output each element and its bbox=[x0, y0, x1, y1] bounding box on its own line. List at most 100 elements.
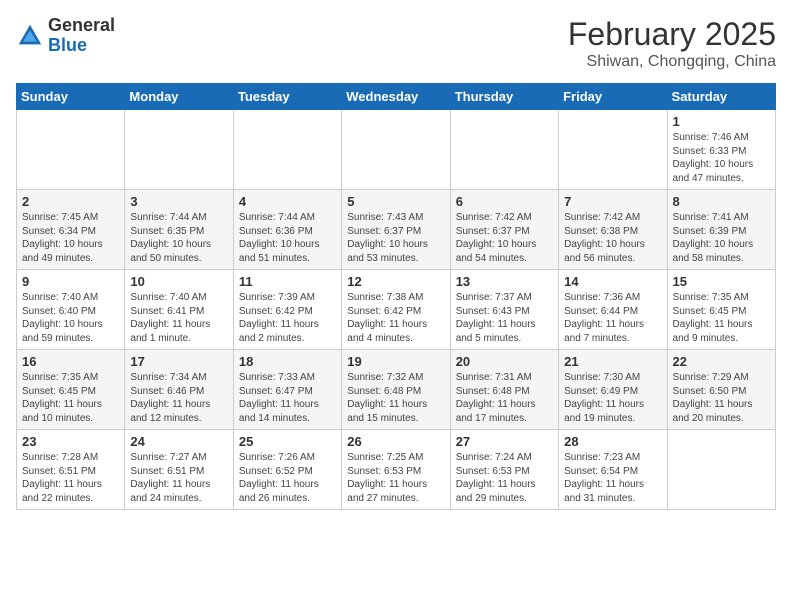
day-info: Sunrise: 7:24 AM Sunset: 6:53 PM Dayligh… bbox=[456, 451, 553, 505]
day-number: 4 bbox=[239, 194, 336, 209]
day-cell: 26 Sunrise: 7:25 AM Sunset: 6:53 PM Dayli… bbox=[342, 430, 450, 510]
day-cell: 8 Sunrise: 7:41 AM Sunset: 6:39 PM Daylig… bbox=[667, 190, 775, 270]
day-number: 8 bbox=[673, 194, 770, 209]
logo-blue-text: Blue bbox=[48, 35, 87, 55]
day-cell: 16 Sunrise: 7:35 AM Sunset: 6:45 PM Dayli… bbox=[17, 350, 125, 430]
day-cell: 11Sunrise: 7:39 AM Sunset: 6:42 PM Dayli… bbox=[233, 270, 341, 350]
day-info: Sunrise: 7:43 AM Sunset: 6:37 PM Dayligh… bbox=[347, 211, 444, 265]
day-cell: 5 Sunrise: 7:43 AM Sunset: 6:37 PM Daylig… bbox=[342, 190, 450, 270]
logo: General Blue bbox=[16, 16, 115, 56]
weekday-header-sunday: Sunday bbox=[17, 84, 125, 110]
day-number: 2 bbox=[22, 194, 119, 209]
day-cell: 3 Sunrise: 7:44 AM Sunset: 6:35 PM Daylig… bbox=[125, 190, 233, 270]
day-info: Sunrise: 7:32 AM Sunset: 6:48 PM Dayligh… bbox=[347, 371, 444, 425]
day-number: 19 bbox=[347, 354, 444, 369]
day-number: 12 bbox=[347, 274, 444, 289]
day-info: Sunrise: 7:44 AM Sunset: 6:36 PM Dayligh… bbox=[239, 211, 336, 265]
day-info: Sunrise: 7:26 AM Sunset: 6:52 PM Dayligh… bbox=[239, 451, 336, 505]
day-number: 5 bbox=[347, 194, 444, 209]
calendar-table: SundayMondayTuesdayWednesdayThursdayFrid… bbox=[16, 83, 776, 510]
day-info: Sunrise: 7:46 AM Sunset: 6:33 PM Dayligh… bbox=[673, 131, 770, 185]
day-cell bbox=[125, 110, 233, 190]
day-cell: 6 Sunrise: 7:42 AM Sunset: 6:37 PM Daylig… bbox=[450, 190, 558, 270]
day-number: 24 bbox=[130, 434, 227, 449]
week-row-5: 23 Sunrise: 7:28 AM Sunset: 6:51 PM Dayli… bbox=[17, 430, 776, 510]
day-cell: 20 Sunrise: 7:31 AM Sunset: 6:48 PM Dayli… bbox=[450, 350, 558, 430]
day-info: Sunrise: 7:45 AM Sunset: 6:34 PM Dayligh… bbox=[22, 211, 119, 265]
day-cell: 1Sunrise: 7:46 AM Sunset: 6:33 PM Daylig… bbox=[667, 110, 775, 190]
weekday-header-saturday: Saturday bbox=[667, 84, 775, 110]
day-number: 28 bbox=[564, 434, 661, 449]
day-cell: 7 Sunrise: 7:42 AM Sunset: 6:38 PM Daylig… bbox=[559, 190, 667, 270]
day-info: Sunrise: 7:30 AM Sunset: 6:49 PM Dayligh… bbox=[564, 371, 661, 425]
logo-general-text: General bbox=[48, 15, 115, 35]
weekday-header-tuesday: Tuesday bbox=[233, 84, 341, 110]
day-info: Sunrise: 7:38 AM Sunset: 6:42 PM Dayligh… bbox=[347, 291, 444, 345]
day-cell: 12 Sunrise: 7:38 AM Sunset: 6:42 PM Dayli… bbox=[342, 270, 450, 350]
day-cell bbox=[233, 110, 341, 190]
day-info: Sunrise: 7:29 AM Sunset: 6:50 PM Dayligh… bbox=[673, 371, 770, 425]
day-number: 25 bbox=[239, 434, 336, 449]
page-header: General Blue February 2025 Shiwan, Chong… bbox=[16, 16, 776, 71]
day-number: 14 bbox=[564, 274, 661, 289]
day-cell: 19 Sunrise: 7:32 AM Sunset: 6:48 PM Dayli… bbox=[342, 350, 450, 430]
month-title: February 2025 bbox=[568, 16, 776, 53]
day-info: Sunrise: 7:44 AM Sunset: 6:35 PM Dayligh… bbox=[130, 211, 227, 265]
day-cell bbox=[342, 110, 450, 190]
day-number: 18 bbox=[239, 354, 336, 369]
day-cell: 14 Sunrise: 7:36 AM Sunset: 6:44 PM Dayli… bbox=[559, 270, 667, 350]
day-info: Sunrise: 7:36 AM Sunset: 6:44 PM Dayligh… bbox=[564, 291, 661, 345]
day-info: Sunrise: 7:27 AM Sunset: 6:51 PM Dayligh… bbox=[130, 451, 227, 505]
day-cell: 4 Sunrise: 7:44 AM Sunset: 6:36 PM Daylig… bbox=[233, 190, 341, 270]
day-number: 3 bbox=[130, 194, 227, 209]
day-cell: 21 Sunrise: 7:30 AM Sunset: 6:49 PM Dayli… bbox=[559, 350, 667, 430]
day-number: 7 bbox=[564, 194, 661, 209]
day-cell bbox=[559, 110, 667, 190]
day-number: 6 bbox=[456, 194, 553, 209]
logo-icon bbox=[16, 22, 44, 50]
day-info: Sunrise: 7:28 AM Sunset: 6:51 PM Dayligh… bbox=[22, 451, 119, 505]
day-info: Sunrise: 7:23 AM Sunset: 6:54 PM Dayligh… bbox=[564, 451, 661, 505]
day-cell: 22 Sunrise: 7:29 AM Sunset: 6:50 PM Dayli… bbox=[667, 350, 775, 430]
weekday-header-monday: Monday bbox=[125, 84, 233, 110]
week-row-3: 9Sunrise: 7:40 AM Sunset: 6:40 PM Daylig… bbox=[17, 270, 776, 350]
day-number: 13 bbox=[456, 274, 553, 289]
day-cell: 10Sunrise: 7:40 AM Sunset: 6:41 PM Dayli… bbox=[125, 270, 233, 350]
day-number: 22 bbox=[673, 354, 770, 369]
weekday-header-thursday: Thursday bbox=[450, 84, 558, 110]
day-cell: 2 Sunrise: 7:45 AM Sunset: 6:34 PM Daylig… bbox=[17, 190, 125, 270]
day-info: Sunrise: 7:33 AM Sunset: 6:47 PM Dayligh… bbox=[239, 371, 336, 425]
day-cell: 25 Sunrise: 7:26 AM Sunset: 6:52 PM Dayli… bbox=[233, 430, 341, 510]
day-info: Sunrise: 7:37 AM Sunset: 6:43 PM Dayligh… bbox=[456, 291, 553, 345]
day-info: Sunrise: 7:34 AM Sunset: 6:46 PM Dayligh… bbox=[130, 371, 227, 425]
title-block: February 2025 Shiwan, Chongqing, China bbox=[568, 16, 776, 71]
day-info: Sunrise: 7:25 AM Sunset: 6:53 PM Dayligh… bbox=[347, 451, 444, 505]
day-cell: 24 Sunrise: 7:27 AM Sunset: 6:51 PM Dayli… bbox=[125, 430, 233, 510]
week-row-2: 2 Sunrise: 7:45 AM Sunset: 6:34 PM Daylig… bbox=[17, 190, 776, 270]
day-info: Sunrise: 7:42 AM Sunset: 6:38 PM Dayligh… bbox=[564, 211, 661, 265]
day-number: 21 bbox=[564, 354, 661, 369]
day-cell: 23 Sunrise: 7:28 AM Sunset: 6:51 PM Dayli… bbox=[17, 430, 125, 510]
day-number: 16 bbox=[22, 354, 119, 369]
day-cell bbox=[17, 110, 125, 190]
day-info: Sunrise: 7:40 AM Sunset: 6:40 PM Dayligh… bbox=[22, 291, 119, 345]
day-cell: 15Sunrise: 7:35 AM Sunset: 6:45 PM Dayli… bbox=[667, 270, 775, 350]
day-number: 11 bbox=[239, 274, 336, 289]
weekday-header-friday: Friday bbox=[559, 84, 667, 110]
day-info: Sunrise: 7:31 AM Sunset: 6:48 PM Dayligh… bbox=[456, 371, 553, 425]
day-cell bbox=[450, 110, 558, 190]
day-number: 23 bbox=[22, 434, 119, 449]
day-info: Sunrise: 7:40 AM Sunset: 6:41 PM Dayligh… bbox=[130, 291, 227, 345]
day-info: Sunrise: 7:41 AM Sunset: 6:39 PM Dayligh… bbox=[673, 211, 770, 265]
weekday-header-wednesday: Wednesday bbox=[342, 84, 450, 110]
day-number: 26 bbox=[347, 434, 444, 449]
day-cell: 17Sunrise: 7:34 AM Sunset: 6:46 PM Dayli… bbox=[125, 350, 233, 430]
day-info: Sunrise: 7:42 AM Sunset: 6:37 PM Dayligh… bbox=[456, 211, 553, 265]
day-cell: 13 Sunrise: 7:37 AM Sunset: 6:43 PM Dayli… bbox=[450, 270, 558, 350]
day-cell bbox=[667, 430, 775, 510]
day-info: Sunrise: 7:35 AM Sunset: 6:45 PM Dayligh… bbox=[22, 371, 119, 425]
week-row-1: 1Sunrise: 7:46 AM Sunset: 6:33 PM Daylig… bbox=[17, 110, 776, 190]
day-cell: 27Sunrise: 7:24 AM Sunset: 6:53 PM Dayli… bbox=[450, 430, 558, 510]
day-number: 20 bbox=[456, 354, 553, 369]
day-cell: 18 Sunrise: 7:33 AM Sunset: 6:47 PM Dayli… bbox=[233, 350, 341, 430]
